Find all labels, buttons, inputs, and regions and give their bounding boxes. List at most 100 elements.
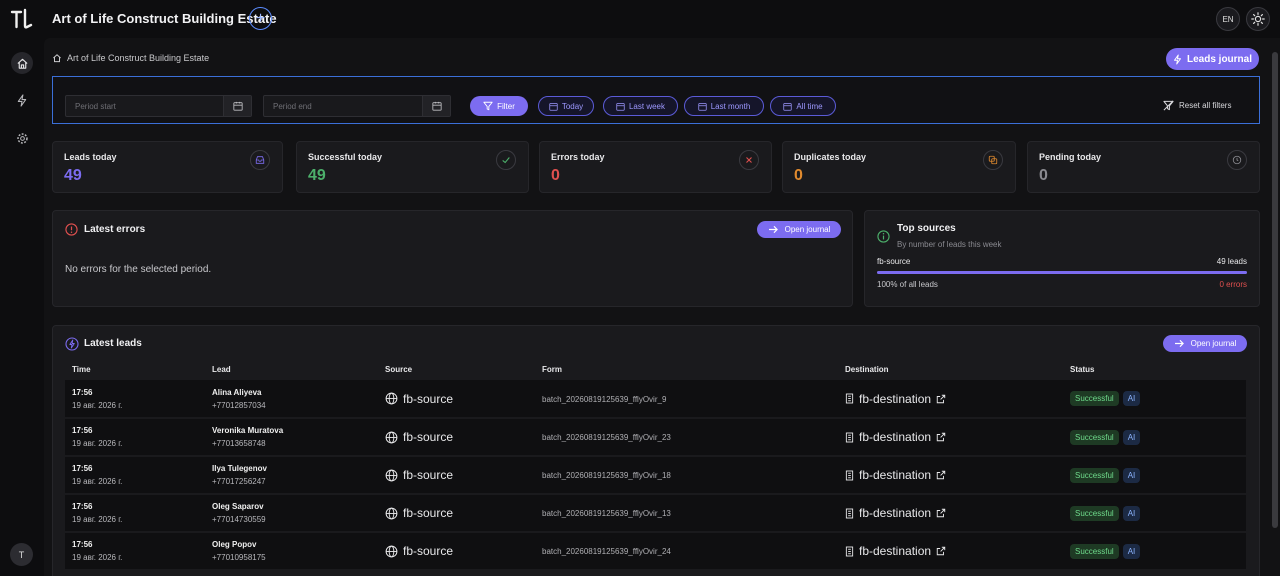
column-header-destination[interactable]: Destination	[838, 358, 1063, 380]
time-cell: 17:56 19 авг. 2026 г.	[65, 418, 205, 457]
lead-destination[interactable]: fb-destination	[859, 430, 931, 444]
lead-phone: +77013658748	[212, 439, 266, 448]
globe-icon	[385, 431, 398, 443]
calendar-icon	[549, 102, 558, 111]
lead-destination[interactable]: fb-destination	[859, 544, 931, 558]
home-icon[interactable]	[52, 53, 62, 63]
home-icon	[16, 58, 28, 69]
table-row[interactable]: 17:56 19 авг. 2026 г. Ilya Tulegenov +77…	[65, 456, 1246, 495]
lead-time: 17:56	[72, 464, 93, 473]
time-cell: 17:56 19 авг. 2026 г.	[65, 456, 205, 495]
time-cell: 17:56 19 авг. 2026 г.	[65, 532, 205, 571]
building-icon	[845, 432, 854, 442]
lead-time: 17:56	[72, 426, 93, 435]
top-bar: Art of Life Construct Building Estate + …	[0, 0, 1280, 38]
scrollbar[interactable]	[1272, 52, 1278, 528]
language-button[interactable]: EN	[1216, 7, 1240, 31]
external-link-icon[interactable]	[936, 546, 946, 556]
open-journal-button[interactable]: Open journal	[1163, 335, 1247, 352]
lead-source: fb-source	[403, 430, 454, 444]
lead-destination[interactable]: fb-destination	[859, 468, 931, 482]
lead-destination[interactable]: fb-destination	[859, 392, 931, 406]
user-avatar[interactable]: T	[10, 543, 33, 566]
external-link-icon[interactable]	[936, 432, 946, 442]
chip-last-month[interactable]: Last month	[684, 96, 764, 116]
lead-phone: +77017256247	[212, 477, 266, 486]
period-start-calendar-button[interactable]	[223, 96, 251, 116]
column-header-time[interactable]: Time	[65, 358, 205, 380]
column-header-status[interactable]: Status	[1063, 358, 1246, 380]
table-row[interactable]: 17:56 19 авг. 2026 г. Alina Aliyeva +770…	[65, 380, 1246, 419]
lead-cell: Oleg Saparov +77014730559	[205, 494, 378, 533]
stat-label: Errors today	[551, 152, 605, 162]
period-start-field[interactable]: Period start	[65, 95, 252, 117]
destination-cell: fb-destination	[838, 418, 1063, 457]
status-cell: Successful AI	[1063, 418, 1246, 457]
theme-toggle-button[interactable]	[1246, 7, 1270, 31]
filter-bar: Period start Period end Filter Today Las…	[52, 76, 1260, 124]
chip-all-time[interactable]: All time	[770, 96, 836, 116]
lead-name: Veronika Muratova	[212, 426, 284, 435]
ai-badge: AI	[1122, 429, 1141, 445]
external-link-icon[interactable]	[936, 470, 946, 480]
external-link-icon[interactable]	[936, 394, 946, 404]
reset-filters-button[interactable]: Reset all filters	[1163, 100, 1231, 111]
column-header-source[interactable]: Source	[378, 358, 535, 380]
stat-card-duplicates: Duplicates today 0	[782, 141, 1016, 193]
reset-label: Reset all filters	[1179, 101, 1232, 110]
lead-source: fb-source	[403, 544, 454, 558]
chip-today[interactable]: Today	[538, 96, 594, 116]
sidebar: T	[0, 38, 44, 576]
destination-cell: fb-destination	[838, 494, 1063, 533]
status-badge: Successful	[1070, 505, 1119, 521]
gear-icon	[16, 132, 28, 144]
empty-state-text: No errors for the selected period.	[65, 264, 212, 275]
period-end-calendar-button[interactable]	[422, 96, 450, 116]
top-sources-title: Top sources	[897, 223, 956, 234]
filter-button[interactable]: Filter	[470, 96, 528, 116]
lead-time: 17:56	[72, 502, 93, 511]
external-link-icon[interactable]	[936, 508, 946, 518]
globe-icon	[385, 507, 398, 519]
lead-cell: Alina Aliyeva +77012857034	[205, 380, 378, 419]
lead-date: 19 авг. 2026 г.	[72, 439, 123, 448]
chip-label: All time	[796, 101, 823, 111]
stat-value: 49	[64, 167, 82, 184]
stat-label: Pending today	[1039, 152, 1102, 162]
leads-journal-button[interactable]: Leads journal	[1166, 48, 1259, 70]
column-header-lead[interactable]: Lead	[205, 358, 378, 380]
open-journal-button[interactable]: Open journal	[757, 221, 841, 238]
table-row[interactable]: 17:56 19 авг. 2026 г. Veronika Muratova …	[65, 418, 1246, 457]
app-logo[interactable]	[10, 7, 34, 31]
source-cell: fb-source	[378, 532, 535, 571]
period-start-placeholder: Period start	[75, 102, 116, 111]
building-icon	[845, 508, 854, 518]
table-row[interactable]: 17:56 19 авг. 2026 г. Oleg Popov +770109…	[65, 532, 1246, 571]
source-cell: fb-source	[378, 494, 535, 533]
add-project-button[interactable]: +	[249, 7, 272, 30]
globe-icon	[385, 469, 398, 481]
time-cell: 17:56 19 авг. 2026 г.	[65, 380, 205, 419]
lead-form: batch_20260819125639_fflyOvir_23	[542, 433, 671, 442]
period-end-field[interactable]: Period end	[263, 95, 451, 117]
status-cell: Successful AI	[1063, 532, 1246, 571]
lead-name: Ilya Tulegenov	[212, 464, 267, 473]
sidebar-item-home[interactable]	[11, 52, 33, 74]
stat-value: 0	[794, 167, 803, 184]
alert-circle-icon	[65, 223, 78, 236]
sidebar-item-leads[interactable]	[11, 89, 33, 111]
top-sources-subtitle: By number of leads this week	[897, 240, 1002, 249]
open-journal-label: Open journal	[1190, 339, 1237, 348]
table-row[interactable]: 17:56 19 авг. 2026 г. Oleg Saparov +7701…	[65, 494, 1246, 533]
lead-name: Oleg Popov	[212, 540, 257, 549]
ai-badge: AI	[1122, 391, 1141, 406]
destination-cell: fb-destination	[838, 380, 1063, 419]
form-cell: batch_20260819125639_fflyOvir_9	[535, 380, 838, 419]
sidebar-item-settings[interactable]	[11, 127, 33, 149]
lead-source: fb-source	[403, 506, 454, 520]
chip-last-week[interactable]: Last week	[603, 96, 678, 116]
lead-destination[interactable]: fb-destination	[859, 506, 931, 520]
latest-leads-title: Latest leads	[84, 338, 142, 349]
column-header-form[interactable]: Form	[535, 358, 838, 380]
lead-date: 19 авг. 2026 г.	[72, 515, 123, 524]
